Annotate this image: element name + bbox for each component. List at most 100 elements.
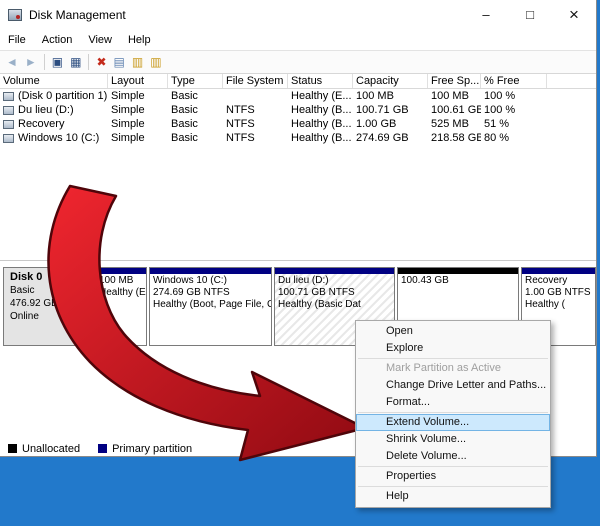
volume-icon bbox=[3, 106, 14, 115]
delete-icon[interactable]: ✖ bbox=[96, 56, 106, 68]
cell-file-system: NTFS bbox=[223, 117, 288, 131]
cell-status: Healthy (E... bbox=[288, 89, 353, 103]
disk-type: Basic bbox=[10, 284, 86, 297]
partition-size: 1.00 GB NTFS bbox=[525, 287, 592, 299]
dual-pane-icon[interactable]: ▦ bbox=[70, 56, 81, 68]
context-menu-item-help[interactable]: Help bbox=[356, 488, 550, 505]
partition-status: Healthy (E bbox=[99, 287, 143, 299]
cell-file-system: NTFS bbox=[223, 103, 288, 117]
disk-management-app-icon bbox=[8, 9, 22, 21]
partition-system[interactable]: 100 MB Healthy (E bbox=[95, 267, 147, 346]
cell-status: Healthy (B... bbox=[288, 103, 353, 117]
table-row[interactable]: Recovery Simple Basic NTFS Healthy (B...… bbox=[0, 117, 596, 131]
menu-action[interactable]: Action bbox=[34, 34, 81, 46]
disk-size: 476.92 GB bbox=[10, 297, 86, 310]
title-bar[interactable]: Disk Management – □ × bbox=[0, 0, 596, 29]
close-button[interactable]: × bbox=[552, 0, 596, 29]
table-row[interactable]: (Disk 0 partition 1) Simple Basic Health… bbox=[0, 89, 596, 103]
menu-view[interactable]: View bbox=[80, 34, 120, 46]
disk-status: Online bbox=[10, 310, 86, 323]
context-menu-item-mark-partition-active[interactable]: Mark Partition as Active bbox=[356, 360, 550, 377]
toolbar: ◄ ► ▣ ▦ ✖ ▤ ▥ ▥ bbox=[0, 50, 596, 74]
cell-type: Basic bbox=[168, 117, 223, 131]
toolbar-separator bbox=[88, 54, 89, 70]
back-icon[interactable]: ◄ bbox=[6, 56, 18, 68]
partition-windows-c[interactable]: Windows 10 (C:) 274.69 GB NTFS Healthy (… bbox=[149, 267, 272, 346]
cell-file-system: NTFS bbox=[223, 131, 288, 145]
cell-free-space: 218.58 GB bbox=[428, 131, 481, 145]
log-book-icon[interactable]: ▥ bbox=[132, 56, 143, 68]
volume-name: Windows 10 (C:) bbox=[18, 131, 99, 145]
column-header-type[interactable]: Type bbox=[168, 74, 223, 88]
partition-size: 274.69 GB NTFS bbox=[153, 287, 268, 299]
context-menu-item-shrink-volume[interactable]: Shrink Volume... bbox=[356, 431, 550, 448]
column-header-free-space[interactable]: Free Sp... bbox=[428, 74, 481, 88]
maximize-button[interactable]: □ bbox=[508, 0, 552, 29]
partition-label: Du lieu (D:) bbox=[278, 275, 391, 287]
cell-capacity: 100 MB bbox=[353, 89, 428, 103]
context-menu-separator bbox=[358, 412, 548, 413]
legend-label-primary-partition: Primary partition bbox=[112, 443, 192, 455]
partition-size: 100.71 GB NTFS bbox=[278, 287, 391, 299]
forward-icon[interactable]: ► bbox=[25, 56, 37, 68]
report-icon[interactable]: ▤ bbox=[114, 56, 125, 68]
partition-size: 100 MB bbox=[99, 275, 143, 287]
cell-status: Healthy (B... bbox=[288, 131, 353, 145]
menu-file[interactable]: File bbox=[0, 34, 34, 46]
cell-type: Basic bbox=[168, 89, 223, 103]
desktop-background: Disk Management – □ × File Action View H… bbox=[0, 0, 600, 526]
partition-label: 100.43 GB bbox=[401, 275, 515, 287]
table-row[interactable]: Windows 10 (C:) Simple Basic NTFS Health… bbox=[0, 131, 596, 145]
context-menu-item-change-drive-letter[interactable]: Change Drive Letter and Paths... bbox=[356, 377, 550, 394]
cell-status: Healthy (B... bbox=[288, 117, 353, 131]
cell-file-system bbox=[223, 89, 288, 103]
context-menu: Open Explore Mark Partition as Active Ch… bbox=[355, 320, 551, 508]
menu-help[interactable]: Help bbox=[120, 34, 159, 46]
menu-bar: File Action View Help bbox=[0, 29, 596, 50]
column-header-volume[interactable]: Volume bbox=[0, 74, 108, 88]
volume-icon bbox=[3, 120, 14, 129]
table-row[interactable]: Du lieu (D:) Simple Basic NTFS Healthy (… bbox=[0, 103, 596, 117]
cell-pct-free: 100 % bbox=[481, 103, 547, 117]
console-window-icon[interactable]: ▣ bbox=[52, 56, 63, 68]
column-header-status[interactable]: Status bbox=[288, 74, 353, 88]
cell-free-space: 525 MB bbox=[428, 117, 481, 131]
cell-type: Basic bbox=[168, 103, 223, 117]
cell-type: Basic bbox=[168, 131, 223, 145]
legend-label-unallocated: Unallocated bbox=[22, 443, 80, 455]
context-menu-item-extend-volume[interactable]: Extend Volume... bbox=[356, 414, 550, 431]
context-menu-item-properties[interactable]: Properties bbox=[356, 468, 550, 485]
partition-label: Recovery bbox=[525, 275, 592, 287]
context-menu-item-format[interactable]: Format... bbox=[356, 394, 550, 411]
cell-layout: Simple bbox=[108, 131, 168, 145]
cell-layout: Simple bbox=[108, 117, 168, 131]
cell-pct-free: 100 % bbox=[481, 89, 547, 103]
column-header-pct-free[interactable]: % Free bbox=[481, 74, 547, 88]
minimize-button[interactable]: – bbox=[464, 0, 508, 29]
unallocated-swatch bbox=[8, 444, 17, 453]
disk-0-info[interactable]: Disk 0 Basic 476.92 GB Online bbox=[3, 267, 93, 346]
primary-partition-swatch bbox=[98, 444, 107, 453]
partition-label: Windows 10 (C:) bbox=[153, 275, 268, 287]
cell-layout: Simple bbox=[108, 89, 168, 103]
context-menu-item-delete-volume[interactable]: Delete Volume... bbox=[356, 448, 550, 465]
cell-free-space: 100 MB bbox=[428, 89, 481, 103]
table-header: Volume Layout Type File System Status Ca… bbox=[0, 74, 596, 89]
column-header-file-system[interactable]: File System bbox=[223, 74, 288, 88]
cell-layout: Simple bbox=[108, 103, 168, 117]
column-header-capacity[interactable]: Capacity bbox=[353, 74, 428, 88]
partition-status: Healthy (Basic Dat bbox=[278, 299, 391, 311]
volume-name: (Disk 0 partition 1) bbox=[18, 89, 107, 103]
log-book-icon[interactable]: ▥ bbox=[150, 56, 161, 68]
volume-name: Recovery bbox=[18, 117, 64, 131]
context-menu-separator bbox=[358, 466, 548, 467]
window-title: Disk Management bbox=[29, 8, 126, 22]
toolbar-separator bbox=[44, 54, 45, 70]
volume-icon bbox=[3, 92, 14, 101]
cell-pct-free: 80 % bbox=[481, 131, 547, 145]
column-header-layout[interactable]: Layout bbox=[108, 74, 168, 88]
context-menu-item-explore[interactable]: Explore bbox=[356, 340, 550, 357]
partition-status: Healthy ( bbox=[525, 299, 592, 311]
context-menu-item-open[interactable]: Open bbox=[356, 323, 550, 340]
disk-name: Disk 0 bbox=[10, 271, 86, 284]
